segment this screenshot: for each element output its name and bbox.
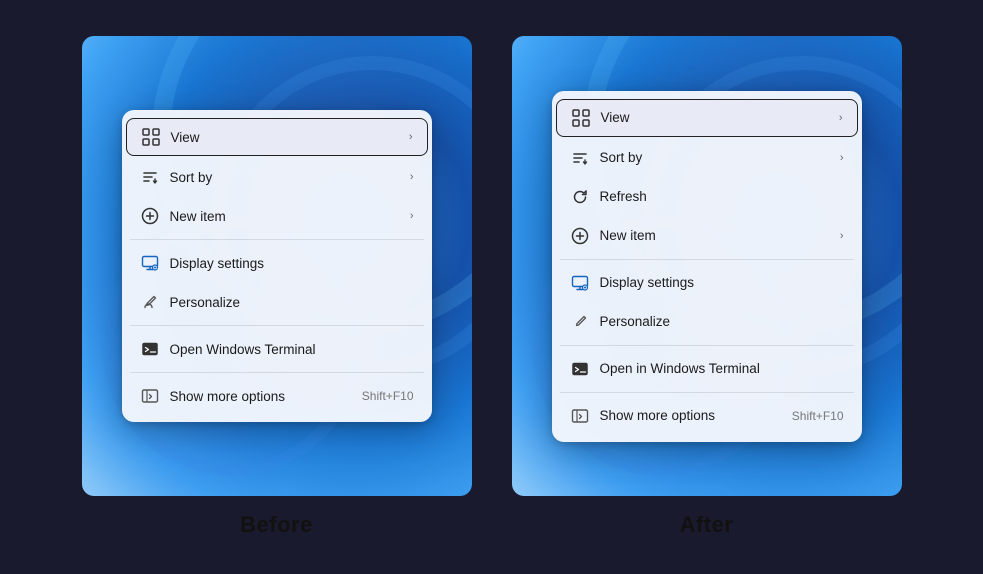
after-new-chevron: › [840,230,844,242]
after-divider-3 [560,392,854,393]
before-menu-item-terminal[interactable]: Open Windows Terminal [126,330,428,368]
before-new-label: New item [170,209,404,224]
terminal-icon [140,339,160,359]
after-view-label: View [601,110,833,125]
after-more-label: Show more options [600,408,784,423]
after-personalize-icon [570,312,590,332]
before-menu-item-view[interactable]: View › [126,118,428,156]
before-menu-item-display[interactable]: Display settings [126,244,428,282]
after-menu-item-new[interactable]: New item › [556,217,858,255]
after-menu-item-display[interactable]: Display settings [556,264,858,302]
after-terminal-label: Open in Windows Terminal [600,361,844,376]
after-divider-2 [560,345,854,346]
before-sort-chevron: › [410,171,414,183]
after-display-label: Display settings [600,275,844,290]
display-icon [140,253,160,273]
before-desktop-background: View › Sort by › [82,36,472,496]
after-terminal-icon [570,359,590,379]
before-menu-item-sort[interactable]: Sort by › [126,158,428,196]
before-more-shortcut: Shift+F10 [362,389,414,403]
after-new-label: New item [600,228,834,243]
after-more-icon [570,406,590,426]
before-sort-label: Sort by [170,170,404,185]
refresh-icon [570,187,590,207]
before-panel: View › Sort by › [82,36,472,538]
after-menu-item-sort[interactable]: Sort by › [556,139,858,177]
personalize-icon [140,292,160,312]
after-sort-icon [570,148,590,168]
before-menu-item-new[interactable]: New item › [126,197,428,235]
after-sort-chevron: › [840,152,844,164]
before-new-chevron: › [410,210,414,222]
before-terminal-label: Open Windows Terminal [170,342,414,357]
after-menu-item-personalize[interactable]: Personalize [556,303,858,341]
more-options-icon [140,386,160,406]
after-display-icon [570,273,590,293]
before-divider-1 [130,239,424,240]
after-new-icon [570,226,590,246]
after-menu-item-more[interactable]: Show more options Shift+F10 [556,397,858,435]
before-context-menu: View › Sort by › [122,110,432,422]
before-view-chevron: › [409,131,413,143]
before-display-label: Display settings [170,256,414,271]
after-view-chevron: › [839,112,843,124]
before-view-label: View [171,130,403,145]
before-menu-item-more[interactable]: Show more options Shift+F10 [126,377,428,415]
before-personalize-label: Personalize [170,295,414,310]
after-panel: View › Sort by › [512,36,902,538]
before-divider-2 [130,325,424,326]
after-desktop-background: View › Sort by › [512,36,902,496]
after-sort-label: Sort by [600,150,834,165]
before-divider-3 [130,372,424,373]
new-item-icon [140,206,160,226]
after-menu-item-terminal[interactable]: Open in Windows Terminal [556,350,858,388]
after-more-shortcut: Shift+F10 [792,409,844,423]
after-personalize-label: Personalize [600,314,844,329]
sort-icon [140,167,160,187]
after-refresh-label: Refresh [600,189,844,204]
after-label: After [680,512,734,538]
view-icon [141,127,161,147]
before-more-label: Show more options [170,389,354,404]
comparison-container: View › Sort by › [0,16,983,558]
after-context-menu: View › Sort by › [552,91,862,442]
before-label: Before [240,512,313,538]
after-divider-1 [560,259,854,260]
after-view-icon [571,108,591,128]
after-menu-item-view[interactable]: View › [556,99,858,137]
after-menu-item-refresh[interactable]: Refresh [556,178,858,216]
before-menu-item-personalize[interactable]: Personalize [126,283,428,321]
